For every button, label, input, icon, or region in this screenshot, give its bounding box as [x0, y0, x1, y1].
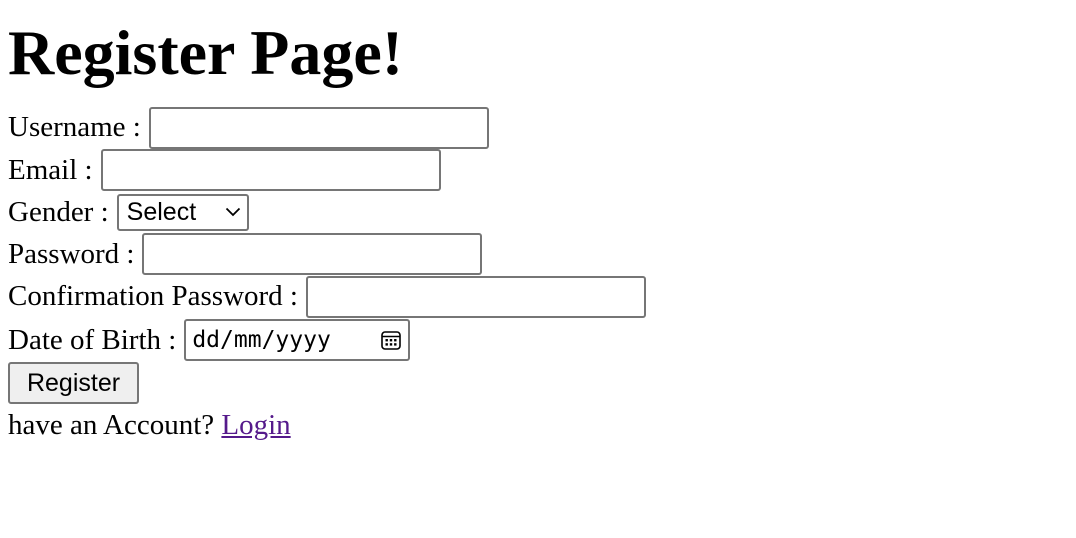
login-link[interactable]: Login — [221, 409, 290, 442]
dob-placeholder: dd/mm/yyyy — [192, 327, 331, 353]
gender-selected-value: Select — [126, 197, 197, 226]
dob-label: Date of Birth : — [8, 323, 177, 356]
chevron-down-icon — [225, 207, 240, 217]
email-label: Email : — [8, 153, 93, 186]
confirm-password-label: Confirmation Password : — [8, 280, 298, 312]
have-account-text: have an Account? — [8, 408, 215, 441]
page-title: Register Page! — [8, 17, 404, 88]
gender-label: Gender : — [8, 195, 109, 228]
password-input[interactable] — [142, 233, 483, 275]
email-row: Email : — [8, 149, 646, 191]
gender-row: Gender : Select — [8, 191, 646, 233]
username-row: Username : — [8, 106, 646, 149]
register-page: Register Page! Username : Email : Gender… — [8, 0, 646, 446]
username-label: Username : — [8, 111, 141, 143]
dob-input[interactable]: dd/mm/yyyy — [184, 319, 411, 361]
login-row: have an Account? Login — [8, 404, 646, 446]
calendar-icon[interactable] — [380, 329, 402, 351]
confirm-password-input[interactable] — [306, 275, 646, 318]
email-input[interactable] — [100, 149, 441, 191]
register-row: Register — [8, 362, 646, 404]
confirm-password-row: Confirmation Password : — [8, 275, 646, 318]
username-input[interactable] — [148, 106, 489, 149]
gender-select[interactable]: Select — [116, 193, 249, 231]
password-row: Password : — [8, 233, 646, 275]
register-button[interactable]: Register — [8, 362, 139, 404]
password-label: Password : — [8, 237, 135, 270]
dob-row: Date of Birth : dd/mm/yyyy — [8, 318, 646, 362]
